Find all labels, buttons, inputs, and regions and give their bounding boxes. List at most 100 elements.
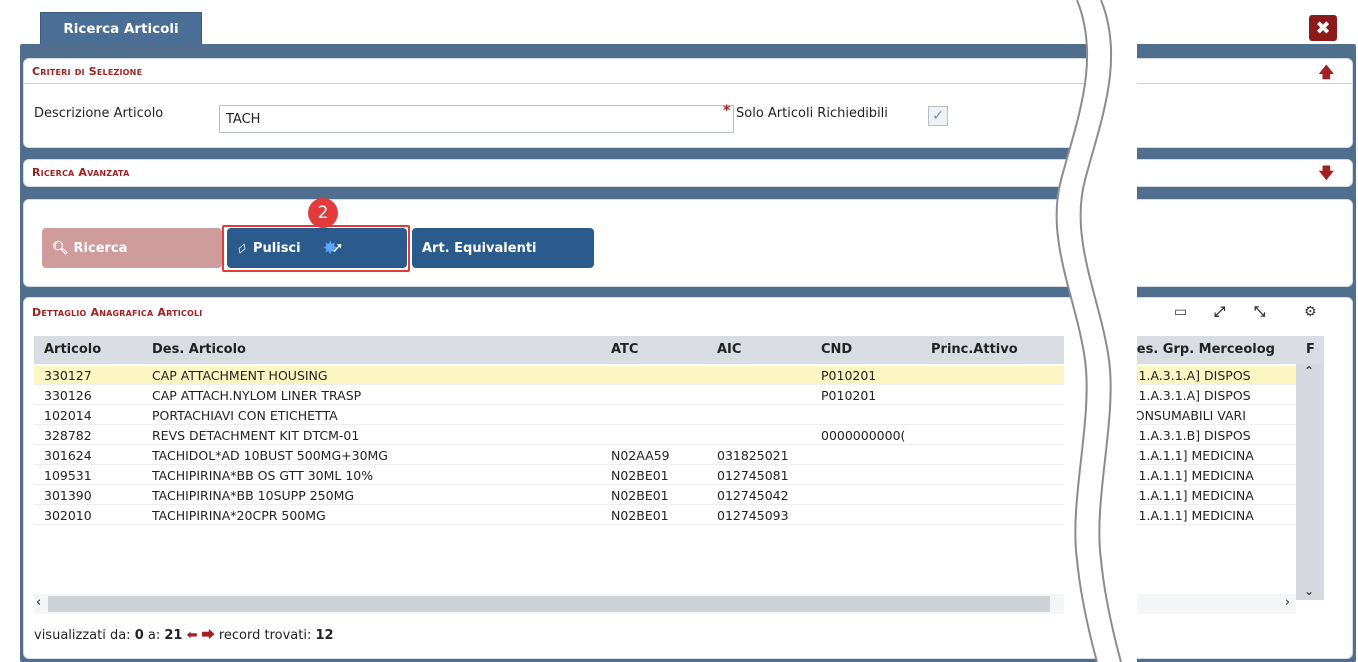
- cell-des-articolo: TACHIPIRINA*BB OS GTT 30ML 10%: [152, 468, 374, 483]
- cell-cnd: 0000000000(: [821, 428, 906, 443]
- cell-articolo: 301390: [44, 488, 92, 503]
- cell-articolo: 102014: [44, 408, 92, 423]
- col-des-grp-merceolog[interactable]: Des. Grp. Merceolog: [1126, 342, 1275, 357]
- pager-to-label: a:: [147, 628, 161, 643]
- vertical-scrollbar[interactable]: ⌃ ⌄: [1296, 364, 1324, 600]
- cell-articolo: 328782: [44, 428, 92, 443]
- cell-articolo: 301624: [44, 448, 92, 463]
- cell-des-grp-merceolog: B.1.A.1.1] MEDICINA: [1126, 488, 1254, 503]
- cell-aic: 012745093: [717, 508, 789, 523]
- horizontal-scrollbar-right[interactable]: ›: [1124, 594, 1296, 614]
- col-atc[interactable]: ATC: [611, 342, 638, 357]
- descr-label: Descrizione Articolo: [34, 106, 164, 121]
- cell-atc: N02BE01: [611, 508, 669, 523]
- cell-des-grp-merceolog: B.1.A.3.1.A] DISPOS: [1126, 388, 1251, 403]
- cell-articolo: 302010: [44, 508, 92, 523]
- table-row-right[interactable]: B.1.A.1.1] MEDICINA: [1124, 466, 1296, 485]
- settings-icon[interactable]: ⚙: [1304, 304, 1317, 320]
- table-row-right[interactable]: B.1.A.3.1.B] DISPOS: [1124, 426, 1296, 445]
- cell-cnd: P010201: [821, 368, 877, 383]
- cell-atc: N02BE01: [611, 488, 669, 503]
- cell-articolo: 330127: [44, 368, 92, 383]
- cell-atc: N02BE01: [611, 468, 669, 483]
- pager-found: 12: [315, 628, 334, 643]
- pager-prefix: visualizzati da:: [34, 628, 131, 643]
- cell-articolo: 330126: [44, 388, 92, 403]
- dettaglio-title: Dettaglio Anagrafica Articoli: [32, 306, 203, 319]
- cell-des-grp-merceolog: B.1.A.1.1] MEDICINA: [1126, 468, 1254, 483]
- criteri-title: Criteri di Selezione: [32, 65, 143, 78]
- shrink-icon[interactable]: ⤡: [1254, 304, 1265, 320]
- table-row[interactable]: 301624 TACHIDOL*AD 10BUST 500MG+30MG N02AA…: [34, 446, 1064, 465]
- table-row[interactable]: 109531 TACHIPIRINA*BB OS GTT 30ML 10% N02B…: [34, 466, 1064, 485]
- table-row-right[interactable]: B.1.A.3.1.A] DISPOS: [1124, 366, 1296, 385]
- cell-des-grp-merceolog: B.1.A.3.1.A] DISPOS: [1126, 368, 1251, 383]
- horizontal-scrollbar[interactable]: ‹: [34, 594, 1064, 614]
- cell-des-grp-merceolog: B.1.A.1.1] MEDICINA: [1126, 508, 1254, 523]
- highlight-frame: [222, 225, 410, 272]
- cell-des-grp-merceolog: B.1.A.1.1] MEDICINA: [1126, 448, 1254, 463]
- col-aic[interactable]: AIC: [717, 342, 741, 357]
- pager-from: 0: [134, 628, 144, 643]
- cell-des-articolo: REVS DETACHMENT KIT DTCM-01: [152, 428, 360, 443]
- table-row-right[interactable]: B.1.A.3.1.A] DISPOS: [1124, 386, 1296, 405]
- descrizione-input[interactable]: TACH: [219, 105, 734, 133]
- col-f[interactable]: F: [1306, 342, 1315, 357]
- cell-aic: 031825021: [717, 448, 789, 463]
- cell-des-articolo: TACHIPIRINA*BB 10SUPP 250MG: [152, 488, 355, 503]
- col-cnd[interactable]: CND: [821, 342, 852, 357]
- prev-page-icon[interactable]: ⬅︎: [187, 628, 198, 643]
- avanzata-title[interactable]: Ricerca Avanzata: [32, 166, 129, 179]
- table-row[interactable]: 330127 CAP ATTACHMENT HOUSING P010201: [34, 366, 1064, 385]
- table-row-right[interactable]: B.1.A.1.1] MEDICINA: [1124, 506, 1296, 525]
- cell-des-articolo: TACHIDOL*AD 10BUST 500MG+30MG: [152, 448, 388, 463]
- art-equivalenti-button[interactable]: Art. Equivalenti: [412, 228, 594, 268]
- col-princ-attivo[interactable]: Princ.Attivo: [931, 342, 1018, 357]
- pager-to: 21: [164, 628, 183, 643]
- tab-bar: Ricerca Articoli ✖: [0, 0, 1358, 44]
- table-row[interactable]: 328782 REVS DETACHMENT KIT DTCM-01 0000000…: [34, 426, 1064, 445]
- grid-header: Articolo Des. Articolo ATC AIC CND Princ…: [34, 336, 1064, 364]
- solo-richiedibili-checkbox[interactable]: ✓: [928, 106, 948, 126]
- cell-articolo: 109531: [44, 468, 92, 483]
- table-row[interactable]: 302010 TACHIPIRINA*20CPR 500MG N02BE01 0127…: [34, 506, 1064, 525]
- grid-header-right: Des. Grp. Merceolog F: [1124, 336, 1324, 364]
- cell-cnd: P010201: [821, 388, 877, 403]
- cell-des-articolo: CAP ATTACH.NYLOM LINER TRASP: [152, 388, 362, 403]
- horizontal-scroll-thumb[interactable]: [48, 596, 1050, 612]
- table-row-right[interactable]: B.1.A.1.1] MEDICINA: [1124, 446, 1296, 465]
- solo-richiedibili-label: Solo Articoli Richiedibili: [736, 106, 888, 121]
- screenshot-cut-gap: [1041, 0, 1137, 662]
- cell-des-grp-merceolog: B.1.A.3.1.B] DISPOS: [1126, 428, 1251, 443]
- tab-ricerca-articoli[interactable]: Ricerca Articoli: [40, 12, 202, 44]
- scroll-down-icon[interactable]: ⌄: [1304, 584, 1314, 598]
- collapse-up-icon[interactable]: 🡅: [1319, 65, 1334, 80]
- next-page-icon[interactable]: ⮕︎: [202, 628, 215, 643]
- cell-des-articolo: CAP ATTACHMENT HOUSING: [152, 368, 328, 383]
- scroll-left-icon[interactable]: ‹: [36, 595, 41, 610]
- col-des-articolo[interactable]: Des. Articolo: [152, 342, 246, 357]
- expand-down-icon[interactable]: 🡇: [1319, 166, 1334, 181]
- cell-aic: 012745042: [717, 488, 789, 503]
- table-row-right[interactable]: B.1.A.1.1] MEDICINA: [1124, 486, 1296, 505]
- window-icon[interactable]: ▭: [1174, 304, 1187, 320]
- table-row[interactable]: 102014 PORTACHIAVI CON ETICHETTA: [34, 406, 1064, 425]
- table-row-right[interactable]: CONSUMABILI VARI: [1124, 406, 1296, 425]
- table-row[interactable]: 330126 CAP ATTACH.NYLOM LINER TRASP P01020…: [34, 386, 1064, 405]
- ricerca-label: Ricerca: [73, 240, 128, 256]
- close-icon[interactable]: ✖: [1309, 15, 1337, 41]
- required-mark: *: [723, 103, 731, 119]
- step-badge: 2: [308, 198, 338, 228]
- cell-atc: N02AA59: [611, 448, 670, 463]
- scroll-right-icon[interactable]: ›: [1285, 595, 1290, 610]
- criteri-panel: Criteri di Selezione 🡅 Descrizione Artic…: [23, 58, 1353, 148]
- cell-des-grp-merceolog: CONSUMABILI VARI: [1126, 408, 1246, 423]
- pager: visualizzati da: 0 a: 21 ⬅︎ ⮕︎ record tr…: [34, 624, 334, 643]
- ricerca-button[interactable]: 🔍︎ Ricerca: [42, 228, 222, 268]
- cell-aic: 012745081: [717, 468, 789, 483]
- expand-icon[interactable]: ⤢: [1214, 304, 1225, 320]
- table-row[interactable]: 301390 TACHIPIRINA*BB 10SUPP 250MG N02BE01…: [34, 486, 1064, 505]
- col-articolo[interactable]: Articolo: [44, 342, 101, 357]
- scroll-up-icon[interactable]: ⌃: [1304, 364, 1314, 378]
- dettaglio-panel: Dettaglio Anagrafica Articoli ▭ ⤢ ⤡ ⚙ Ar…: [23, 297, 1353, 659]
